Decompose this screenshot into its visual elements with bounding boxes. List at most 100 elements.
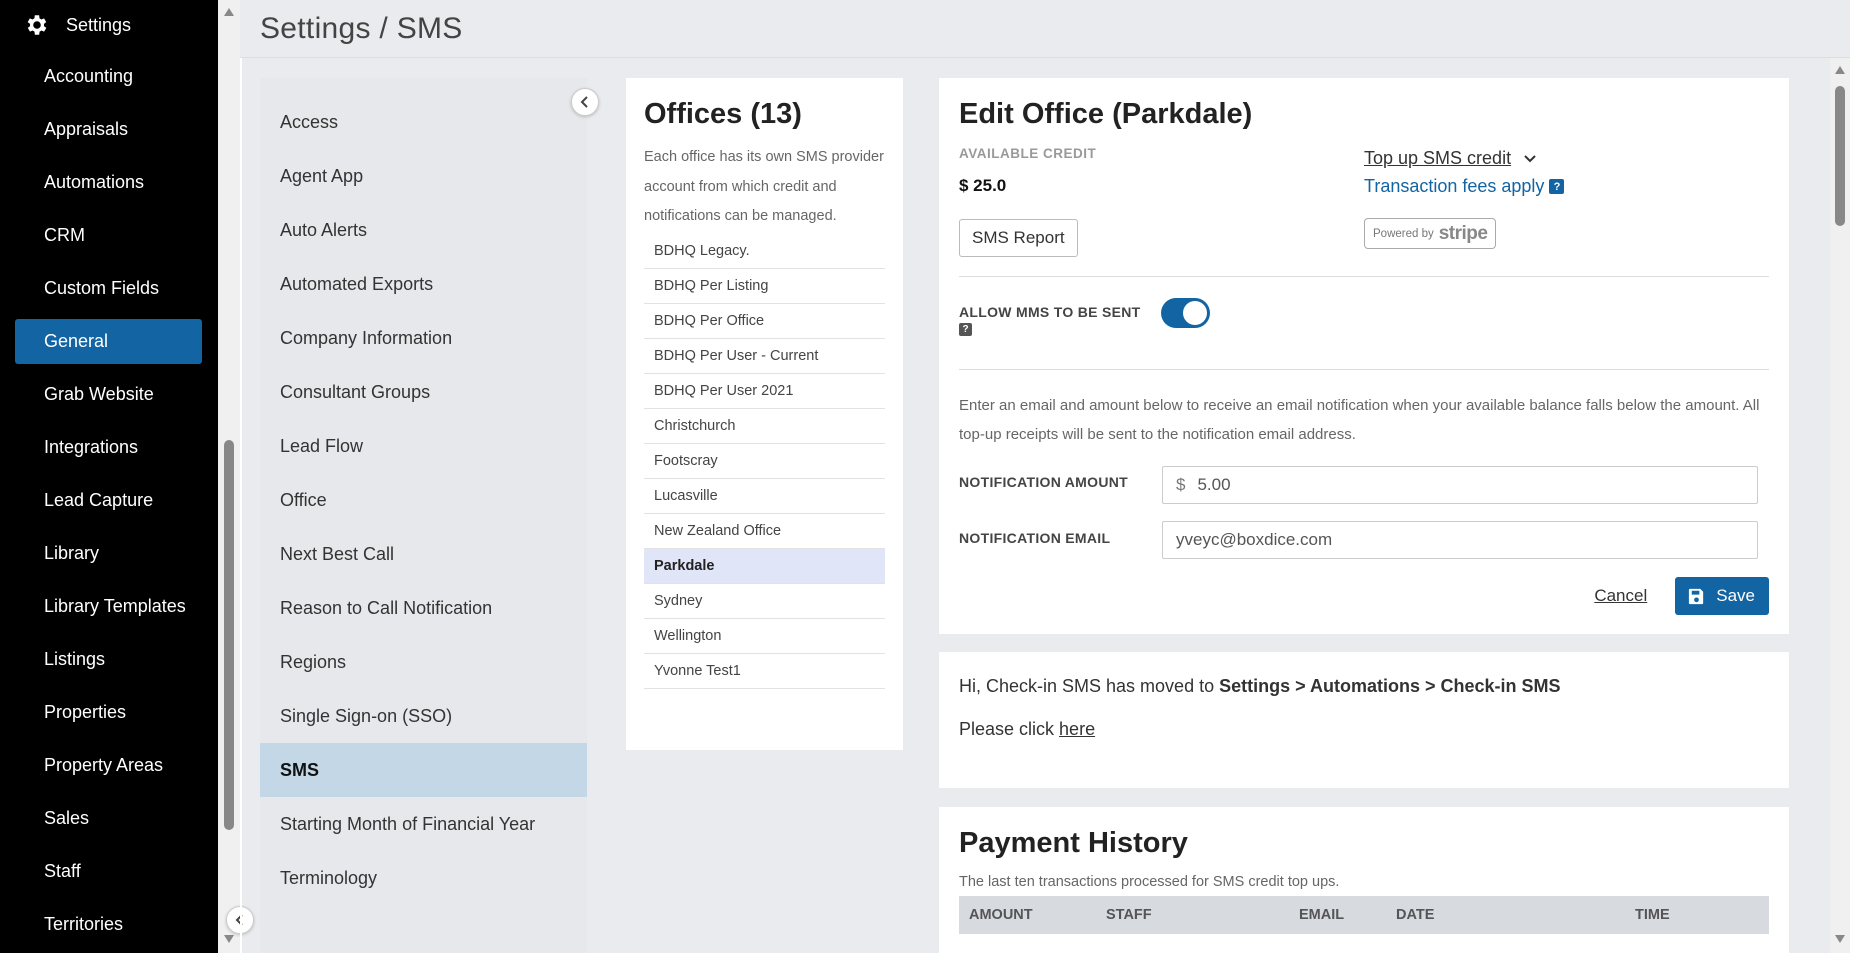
nav-item-properties[interactable]: Properties: [0, 686, 204, 739]
edit-office-title: Edit Office (Parkdale): [959, 98, 1253, 130]
column-header-date[interactable]: DATE: [1386, 907, 1625, 923]
office-item-parkdale[interactable]: Parkdale: [644, 548, 885, 584]
nav-item-crm[interactable]: CRM: [0, 209, 204, 262]
nav-item-staff[interactable]: Staff: [0, 845, 204, 898]
nav-item-sales[interactable]: Sales: [0, 792, 204, 845]
column-header-amount[interactable]: AMOUNT: [959, 907, 1096, 923]
stripe-powered-text: Powered by: [1373, 227, 1434, 240]
nav-header[interactable]: Settings: [0, 0, 218, 50]
settings-item-auto-alerts[interactable]: Auto Alerts: [260, 203, 587, 257]
settings-item-single-sign-on-sso[interactable]: Single Sign-on (SSO): [260, 689, 587, 743]
sms-report-button[interactable]: SMS Report: [959, 219, 1078, 257]
office-item-sydney[interactable]: Sydney: [644, 584, 885, 619]
settings-item-consultant-groups[interactable]: Consultant Groups: [260, 365, 587, 419]
office-item-bdhq-per-user-2021[interactable]: BDHQ Per User 2021: [644, 374, 885, 409]
nav-scroll-thumb[interactable]: [224, 440, 234, 830]
available-credit-label: AVAILABLE CREDIT: [959, 146, 1097, 161]
column-header-time[interactable]: TIME: [1625, 907, 1765, 923]
edit-office-panel: Edit Office (Parkdale) AVAILABLE CREDIT …: [939, 78, 1789, 634]
notification-amount-value: 5.00: [1197, 475, 1231, 494]
page-scroll-thumb[interactable]: [1835, 86, 1845, 226]
allow-mms-toggle[interactable]: [1161, 298, 1210, 328]
settings-item-lead-flow[interactable]: Lead Flow: [260, 419, 587, 473]
column-header-email[interactable]: EMAIL: [1289, 907, 1386, 923]
nav-item-general[interactable]: General: [15, 319, 202, 364]
save-label: Save: [1716, 586, 1755, 605]
save-button[interactable]: Save: [1675, 577, 1769, 615]
settings-item-next-best-call[interactable]: Next Best Call: [260, 527, 587, 581]
collapse-settings-list-button[interactable]: [571, 88, 599, 116]
settings-item-office[interactable]: Office: [260, 473, 587, 527]
scroll-up-arrow-icon[interactable]: [224, 8, 234, 16]
office-item-bdhq-per-user-current[interactable]: BDHQ Per User - Current: [644, 339, 885, 374]
office-list: BDHQ Legacy. BDHQ Per Listing BDHQ Per Off…: [644, 234, 885, 689]
nav-item-lead-capture[interactable]: Lead Capture: [0, 474, 204, 527]
settings-item-regions[interactable]: Regions: [260, 635, 587, 689]
separator: [959, 369, 1769, 370]
settings-item-access[interactable]: Access: [260, 95, 587, 149]
notification-amount-label: NOTIFICATION AMOUNT: [959, 474, 1129, 490]
nav-item-custom-fields[interactable]: Custom Fields: [0, 262, 204, 315]
notification-email-value: yveyc@boxdice.com: [1176, 530, 1333, 549]
nav-item-territories[interactable]: Territories: [0, 898, 204, 951]
page-title: Settings / SMS: [260, 12, 463, 45]
divider: [240, 0, 242, 953]
transaction-fees-link[interactable]: Transaction fees apply: [1364, 176, 1544, 197]
payment-history-title: Payment History: [959, 827, 1188, 859]
page-header: Settings / SMS: [240, 0, 1850, 58]
office-item-yvonne-test1[interactable]: Yvonne Test1: [644, 654, 885, 689]
notice-line-2: Please click here: [959, 719, 1769, 740]
scroll-down-arrow-icon[interactable]: [1835, 935, 1845, 943]
settings-item-terminology[interactable]: Terminology: [260, 851, 587, 905]
settings-item-reason-to-call-notification[interactable]: Reason to Call Notification: [260, 581, 587, 635]
currency-symbol: $: [1176, 475, 1186, 494]
help-icon[interactable]: ?: [1549, 179, 1565, 194]
notification-amount-input[interactable]: $ 5.00: [1162, 466, 1758, 504]
scroll-down-arrow-icon[interactable]: [224, 935, 234, 943]
notification-email-input[interactable]: yveyc@boxdice.com: [1162, 521, 1758, 559]
top-up-link[interactable]: Top up SMS credit: [1364, 148, 1511, 169]
settings-item-agent-app[interactable]: Agent App: [260, 149, 587, 203]
nav-item-property-areas[interactable]: Property Areas: [0, 739, 204, 792]
office-item-bdhq-per-listing[interactable]: BDHQ Per Listing: [644, 269, 885, 304]
save-icon: [1689, 588, 1704, 604]
notice-line-2-text: Please click: [959, 719, 1060, 739]
help-icon[interactable]: ?: [959, 323, 972, 336]
nav-item-library-templates[interactable]: Library Templates: [0, 580, 204, 633]
scroll-up-arrow-icon[interactable]: [1835, 66, 1845, 74]
settings-item-sms[interactable]: SMS: [260, 743, 587, 797]
office-item-new-zealand-office[interactable]: New Zealand Office: [644, 514, 885, 549]
nav-item-automations[interactable]: Automations: [0, 156, 204, 209]
notice-line-1-text: Hi, Check-in SMS has moved to: [959, 676, 1220, 696]
settings-item-starting-month-of-financial-year[interactable]: Starting Month of Financial Year: [260, 797, 587, 851]
column-header-staff[interactable]: STAFF: [1096, 907, 1289, 923]
top-up-dropdown[interactable]: Top up SMS credit: [1364, 148, 1537, 169]
office-item-christchurch[interactable]: Christchurch: [644, 409, 885, 444]
office-item-footscray[interactable]: Footscray: [644, 444, 885, 479]
cancel-button[interactable]: Cancel: [1594, 586, 1647, 606]
gear-icon: [24, 12, 50, 38]
powered-by-stripe-badge: Powered by stripe: [1364, 218, 1497, 249]
offices-title: Offices (13): [644, 98, 802, 130]
settings-list: Access Agent App Auto Alerts Automated Expo…: [260, 78, 587, 953]
nav-item-appraisals[interactable]: Appraisals: [0, 103, 204, 156]
nav-item-library[interactable]: Library: [0, 527, 204, 580]
office-item-bdhq-per-office[interactable]: BDHQ Per Office: [644, 304, 885, 339]
nav-scrollbar[interactable]: [218, 0, 240, 953]
office-item-lucasville[interactable]: Lucasville: [644, 479, 885, 514]
payment-table-header: AMOUNT STAFF EMAIL DATE TIME: [959, 896, 1769, 934]
office-item-wellington[interactable]: Wellington: [644, 619, 885, 654]
here-link[interactable]: here: [1059, 719, 1095, 739]
notification-email-label: NOTIFICATION EMAIL: [959, 530, 1111, 546]
settings-item-company-information[interactable]: Company Information: [260, 311, 587, 365]
page-scrollbar[interactable]: [1830, 58, 1850, 953]
nav-item-accounting[interactable]: Accounting: [0, 50, 204, 103]
nav-header-label: Settings: [66, 14, 132, 35]
offices-panel: Offices (13) Each office has its own SMS…: [626, 78, 903, 750]
nav-item-integrations[interactable]: Integrations: [0, 421, 204, 474]
nav-item-listings[interactable]: Listings: [0, 633, 204, 686]
settings-item-automated-exports[interactable]: Automated Exports: [260, 257, 587, 311]
nav-item-grab-website[interactable]: Grab Website: [0, 368, 204, 421]
chevron-left-icon: [580, 96, 588, 108]
office-item-bdhq-legacy[interactable]: BDHQ Legacy.: [644, 234, 885, 269]
